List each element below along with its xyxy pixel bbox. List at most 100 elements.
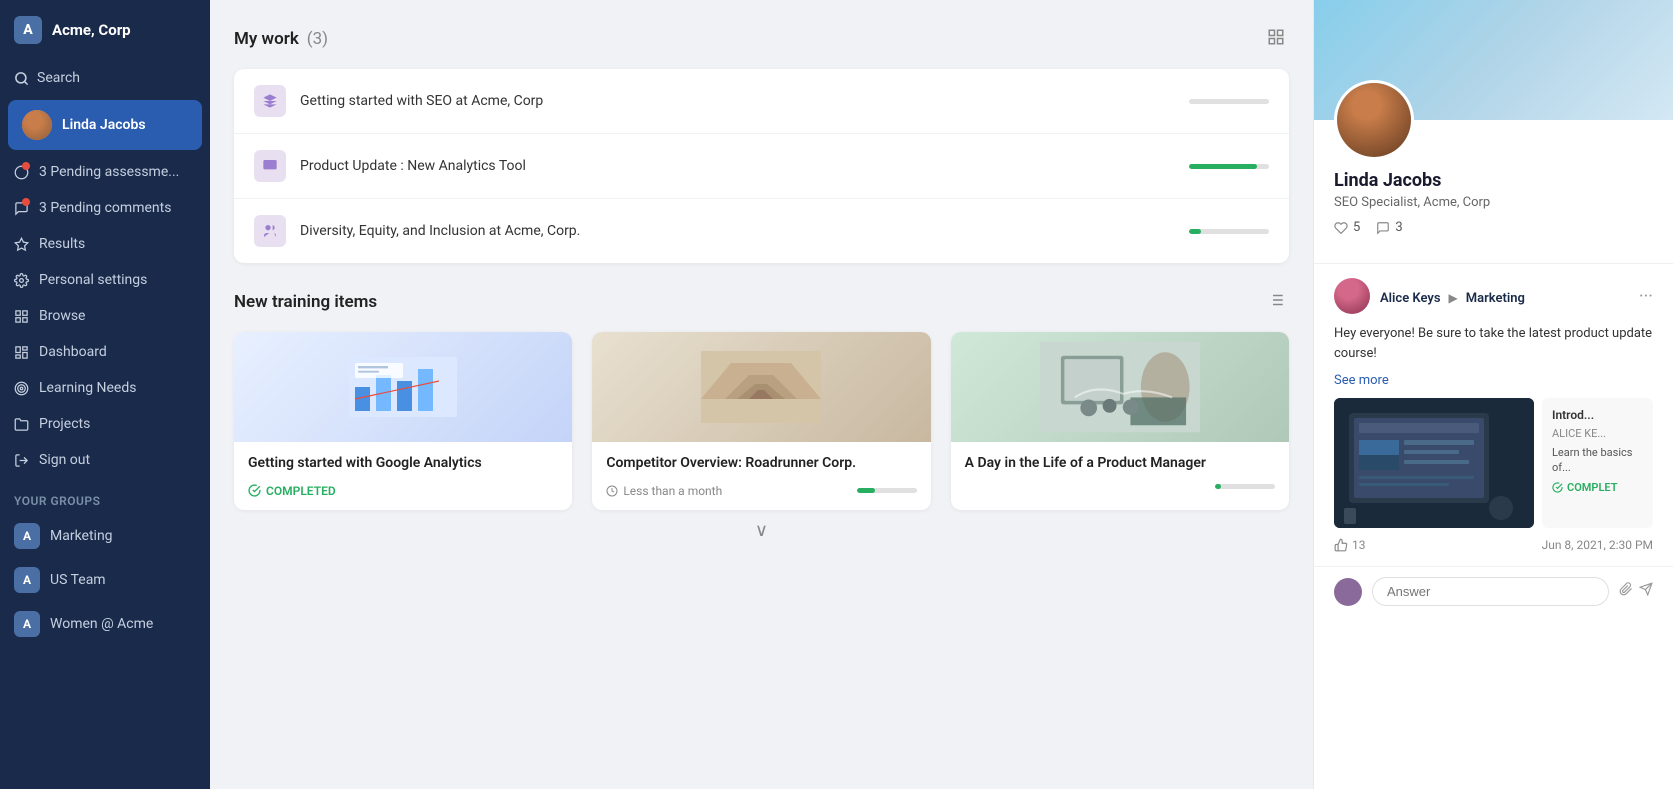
- sidebar-item-browse[interactable]: Browse: [0, 298, 210, 334]
- post-text: Hey everyone! Be sure to take the latest…: [1334, 324, 1653, 363]
- group-label-us-team: US Team: [50, 572, 106, 588]
- training-card-competitor[interactable]: Competitor Overview: Roadrunner Corp. Le…: [592, 332, 930, 510]
- attach-button[interactable]: [1619, 582, 1633, 601]
- post-actions: 13 Jun 8, 2021, 2:30 PM: [1334, 538, 1653, 552]
- comment-avatar: [1334, 578, 1362, 606]
- my-work-grid-toggle[interactable]: [1263, 24, 1289, 53]
- my-work-section-header: My work (3): [234, 24, 1289, 53]
- completed-badge: COMPLETED: [248, 484, 336, 498]
- nav-label-sign-out: Sign out: [39, 452, 90, 468]
- like-button[interactable]: 13: [1334, 538, 1366, 552]
- target-icon: [14, 381, 29, 396]
- post-author-block: Alice Keys ▶ Marketing: [1380, 287, 1525, 306]
- profile-cover: [1314, 0, 1673, 120]
- right-panel: Linda Jacobs SEO Specialist, Acme, Corp …: [1313, 0, 1673, 789]
- training-image-analytics: [234, 332, 572, 442]
- gear-icon: [14, 273, 29, 288]
- sidebar-item-assessments[interactable]: 3 Pending assessme...: [0, 154, 210, 190]
- nav-label-results: Results: [39, 236, 85, 252]
- progress-competitor: [857, 488, 917, 493]
- send-button[interactable]: [1639, 582, 1653, 601]
- nav-label-comments: 3 Pending comments: [39, 200, 171, 216]
- training-card-product-manager[interactable]: A Day in the Life of a Product Manager: [951, 332, 1289, 510]
- sidebar-item-learning-needs[interactable]: Learning Needs: [0, 370, 210, 406]
- work-item-diversity[interactable]: Diversity, Equity, and Inclusion at Acme…: [234, 199, 1289, 263]
- hearts-stat: 5: [1334, 220, 1360, 235]
- sidebar-group-women-acme[interactable]: A Women @ Acme: [0, 602, 210, 646]
- user-name: Linda Jacobs: [62, 117, 146, 133]
- my-work-card: Getting started with SEO at Acme, Corp P…: [234, 69, 1289, 263]
- hearts-count: 5: [1353, 220, 1360, 235]
- my-work-label: My work: [234, 29, 299, 49]
- training-list-toggle[interactable]: [1263, 287, 1289, 316]
- post-header: Alice Keys ▶ Marketing ···: [1334, 278, 1653, 314]
- comments-count: 3: [1395, 220, 1402, 235]
- search-icon: [14, 71, 29, 86]
- sidebar-item-comments[interactable]: 3 Pending comments: [0, 190, 210, 226]
- show-more-button[interactable]: ∨: [234, 510, 1289, 551]
- sidebar-item-projects[interactable]: Projects: [0, 406, 210, 442]
- profile-name: Linda Jacobs: [1334, 170, 1653, 191]
- training-card-body-product-manager: A Day in the Life of a Product Manager: [951, 442, 1289, 501]
- logo-icon: A: [14, 16, 42, 44]
- progress-product-manager: [1215, 484, 1275, 489]
- profile-role: SEO Specialist, Acme, Corp: [1334, 195, 1653, 210]
- sidebar-item-results[interactable]: Results: [0, 226, 210, 262]
- work-icon-analytics: [254, 150, 286, 182]
- sidebar-item-dashboard[interactable]: Dashboard: [0, 334, 210, 370]
- media-card-title: Introd...: [1552, 408, 1643, 422]
- app-logo[interactable]: A Acme, Corp: [0, 0, 210, 60]
- send-icon: [1639, 582, 1653, 596]
- work-icon-seo: [254, 85, 286, 117]
- sidebar-group-us-team[interactable]: A US Team: [0, 558, 210, 602]
- post-destination: Marketing: [1466, 291, 1525, 306]
- post-menu-button[interactable]: ···: [1639, 286, 1653, 307]
- sidebar-group-marketing[interactable]: A Marketing: [0, 514, 210, 558]
- training-card-title-analytics: Getting started with Google Analytics: [248, 454, 558, 474]
- group-icon-marketing: A: [14, 523, 40, 549]
- nav-label-projects: Projects: [39, 416, 90, 432]
- training-card-google-analytics[interactable]: Getting started with Google Analytics CO…: [234, 332, 572, 510]
- work-title-seo: Getting started with SEO at Acme, Corp: [300, 93, 1175, 109]
- progress-diversity: [1189, 229, 1269, 234]
- list-icon: [1267, 291, 1285, 309]
- likes-count: 13: [1352, 538, 1366, 552]
- my-work-count: (3): [307, 29, 328, 49]
- training-card-footer-analytics: COMPLETED: [248, 484, 558, 498]
- see-more-button[interactable]: See more: [1334, 373, 1653, 388]
- paperclip-icon: [1619, 582, 1633, 596]
- avatar: [22, 110, 52, 140]
- training-image-competitor: [592, 332, 930, 442]
- work-title-analytics-tool: Product Update : New Analytics Tool: [300, 158, 1175, 174]
- check-circle-icon: [248, 484, 261, 497]
- comment-input[interactable]: [1372, 577, 1609, 606]
- training-card-body-competitor: Competitor Overview: Roadrunner Corp. Le…: [592, 442, 930, 510]
- check-circle-media-icon: [1552, 482, 1563, 493]
- group-label-women-acme: Women @ Acme: [50, 616, 153, 632]
- my-work-title: My work (3): [234, 29, 328, 49]
- clock-icon: [606, 485, 618, 497]
- progress-analytics-tool: [1189, 164, 1269, 169]
- search-label: Search: [37, 70, 80, 86]
- nav-label-learning-needs: Learning Needs: [39, 380, 136, 396]
- comments-stat: 3: [1376, 220, 1402, 235]
- sidebar: A Acme, Corp Search Linda Jacobs 3 Pendi…: [0, 0, 210, 789]
- post-media-image[interactable]: [1334, 398, 1534, 528]
- training-image-product-manager: [951, 332, 1289, 442]
- work-item-seo[interactable]: Getting started with SEO at Acme, Corp: [234, 69, 1289, 134]
- sidebar-item-sign-out[interactable]: Sign out: [0, 442, 210, 478]
- current-user-button[interactable]: Linda Jacobs: [8, 100, 202, 150]
- search-button[interactable]: Search: [0, 60, 210, 96]
- feed-post: Alice Keys ▶ Marketing ··· Hey everyone!…: [1314, 263, 1673, 566]
- post-avatar: [1334, 278, 1370, 314]
- time-text-competitor: Less than a month: [623, 484, 722, 498]
- profile-stats: 5 3: [1334, 220, 1653, 235]
- grid-icon: [14, 309, 29, 324]
- comment-actions: [1619, 582, 1653, 601]
- sidebar-item-personal-settings[interactable]: Personal settings: [0, 262, 210, 298]
- post-media-card[interactable]: Introd... ALICE KE... Learn the basics o…: [1542, 398, 1653, 528]
- post-timestamp: Jun 8, 2021, 2:30 PM: [1542, 538, 1653, 552]
- training-title: New training items: [234, 292, 377, 312]
- badge-dot: [22, 162, 30, 170]
- work-item-analytics-tool[interactable]: Product Update : New Analytics Tool: [234, 134, 1289, 199]
